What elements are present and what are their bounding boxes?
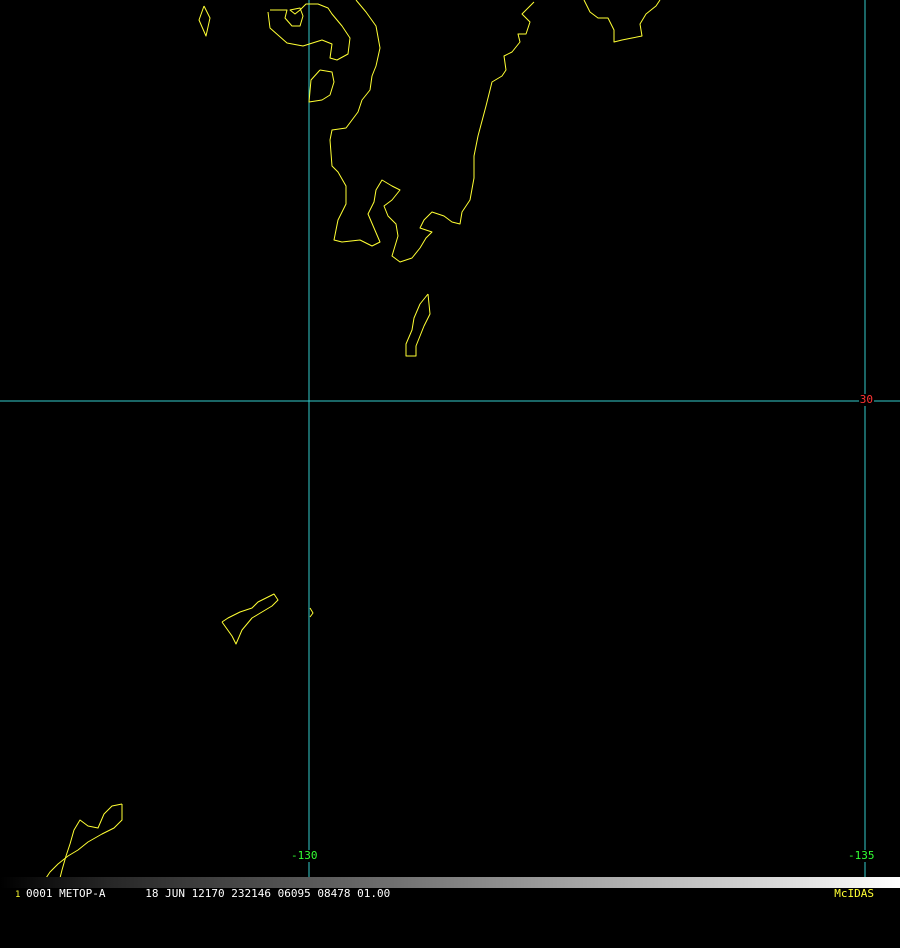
status-bar: 1 0001 METOP-A 18 JUN 12170 232146 06095…	[0, 877, 900, 900]
satellite-map	[0, 0, 900, 900]
brand-label: McIDAS	[834, 887, 874, 900]
latitude-label-30: 30	[858, 393, 874, 406]
info-row: 1 0001 METOP-A 18 JUN 12170 232146 06095…	[0, 888, 900, 900]
image-info: 0001 METOP-A 18 JUN 12170 232146 06095 0…	[26, 887, 391, 900]
map-background	[0, 0, 900, 900]
frame-number: 1	[15, 890, 21, 900]
longitude-label-130: -130	[291, 849, 318, 862]
longitude-label-135: -135	[848, 849, 875, 862]
